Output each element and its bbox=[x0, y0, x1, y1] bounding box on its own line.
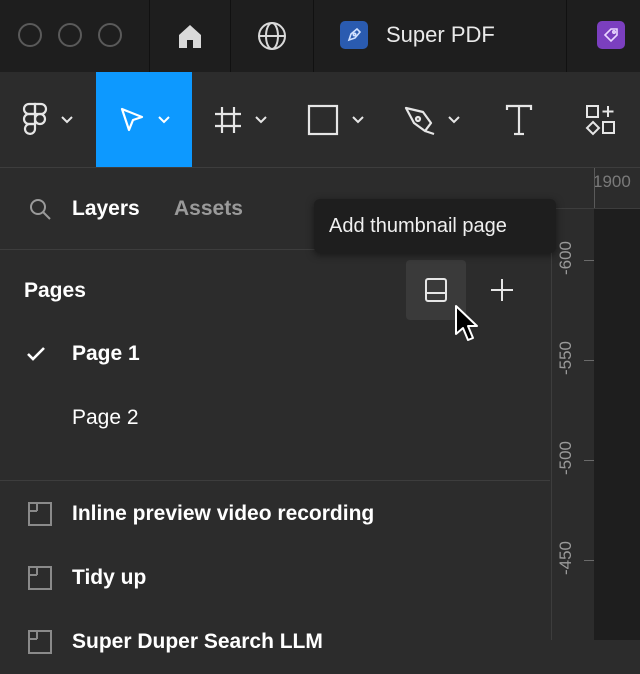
globe-icon bbox=[258, 22, 286, 50]
layer-row[interactable]: Tidy up bbox=[0, 546, 550, 610]
ruler-label: -500 bbox=[556, 440, 576, 476]
pen-nib-icon bbox=[404, 106, 435, 135]
frame-layer-icon bbox=[28, 502, 52, 526]
shape-tool-button[interactable] bbox=[288, 72, 384, 167]
ruler-label: 1900 bbox=[593, 172, 631, 191]
canvas[interactable] bbox=[594, 209, 640, 640]
text-t-icon bbox=[505, 104, 533, 135]
chevron-down-icon bbox=[448, 115, 460, 123]
plus-icon bbox=[491, 279, 513, 301]
search-icon[interactable] bbox=[28, 197, 52, 221]
window-close-button[interactable] bbox=[18, 23, 42, 47]
ruler-label: -550 bbox=[556, 340, 576, 376]
file-tab[interactable]: Super PDF bbox=[314, 0, 566, 72]
move-tool-button[interactable] bbox=[96, 72, 192, 167]
shapes-actions-icon bbox=[585, 104, 615, 135]
file-tab-title: Super PDF bbox=[386, 22, 495, 47]
plugin-tag-icon bbox=[597, 21, 625, 49]
home-icon bbox=[179, 25, 201, 48]
layer-row[interactable]: Inline preview video recording bbox=[0, 482, 550, 546]
tooltip-text: Add thumbnail page bbox=[329, 215, 507, 237]
layer-row[interactable]: Super Duper Search LLM bbox=[0, 610, 550, 674]
plugin-tab[interactable] bbox=[567, 0, 640, 72]
thumbnail-page-icon bbox=[425, 278, 447, 302]
layer-label: Tidy up bbox=[72, 566, 147, 589]
chevron-down-icon bbox=[255, 115, 267, 123]
ruler-label: -600 bbox=[556, 240, 576, 276]
checkmark-icon bbox=[27, 347, 45, 361]
page-item-label: Page 1 bbox=[72, 342, 140, 365]
frame-layer-icon bbox=[28, 566, 52, 590]
horizontal-ruler: 1900 bbox=[551, 168, 640, 209]
main-menu-button[interactable] bbox=[0, 72, 96, 167]
layer-label: Inline preview video recording bbox=[72, 502, 375, 525]
page-item-2[interactable]: Page 2 bbox=[0, 386, 550, 450]
window-zoom-button[interactable] bbox=[98, 23, 122, 47]
panel-divider bbox=[0, 480, 550, 481]
text-tool-button[interactable] bbox=[480, 72, 558, 167]
layer-label: Super Duper Search LLM bbox=[72, 630, 323, 653]
home-tab[interactable] bbox=[150, 0, 230, 72]
actions-tool-button[interactable] bbox=[570, 72, 632, 167]
window-minimize-button[interactable] bbox=[58, 23, 82, 47]
frame-layer-icon bbox=[28, 630, 52, 654]
tab-assets[interactable]: Assets bbox=[174, 196, 243, 222]
tooltip: Add thumbnail page bbox=[314, 199, 556, 253]
chevron-down-icon bbox=[352, 115, 364, 123]
pen-nib-app-icon bbox=[340, 21, 368, 49]
chevron-down-icon bbox=[158, 115, 170, 123]
tab-layers[interactable]: Layers bbox=[72, 196, 140, 222]
community-tab[interactable] bbox=[231, 0, 313, 72]
pages-heading: Pages bbox=[24, 279, 86, 302]
frame-hash-icon bbox=[215, 106, 241, 133]
ruler-label: -450 bbox=[556, 540, 576, 576]
frame-tool-button[interactable] bbox=[192, 72, 288, 167]
mouse-pointer-icon bbox=[455, 305, 478, 341]
figma-logo-icon bbox=[22, 102, 48, 135]
rectangle-icon bbox=[307, 104, 339, 135]
toolbar bbox=[0, 72, 640, 168]
cursor-arrow-icon bbox=[120, 107, 144, 131]
pen-tool-button[interactable] bbox=[384, 72, 480, 167]
window-titlebar: Super PDF bbox=[0, 0, 640, 72]
chevron-down-icon bbox=[61, 115, 73, 123]
page-item-label: Page 2 bbox=[72, 406, 139, 429]
